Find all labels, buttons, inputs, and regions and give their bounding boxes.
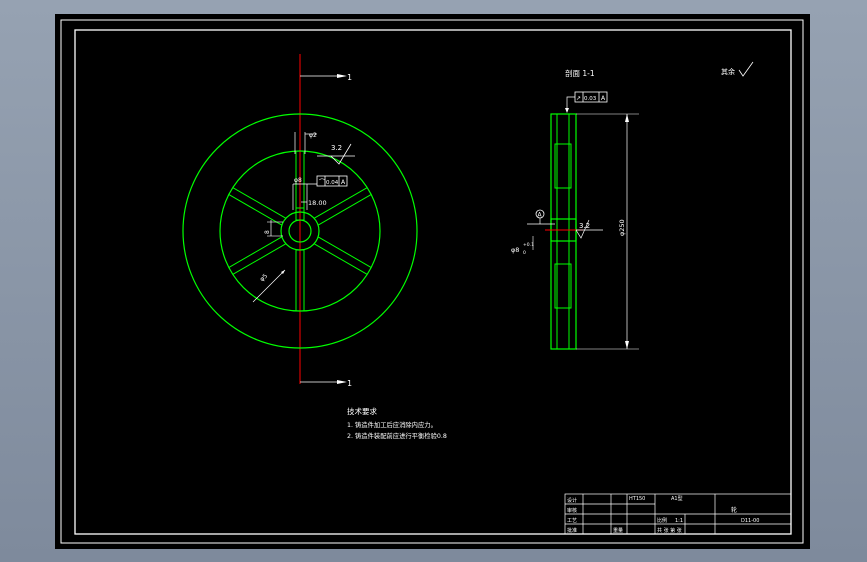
dim-phi8: φ8 bbox=[294, 177, 302, 184]
svg-text:0.04: 0.04 bbox=[326, 180, 339, 186]
dim-roughness-3-2: 3.2 bbox=[331, 144, 342, 152]
svg-text:+0.1: +0.1 bbox=[523, 242, 534, 248]
spoke-edge bbox=[232, 187, 286, 219]
section-mark-top: 1 bbox=[347, 73, 352, 82]
cad-viewport[interactable]: 1 1 φ2 3.2 φ8 ⌒ 0.04 A 18.00 8 φ5 剖面 1-1… bbox=[55, 14, 810, 549]
svg-text:0: 0 bbox=[523, 250, 526, 256]
material: HT150 bbox=[629, 496, 645, 502]
tech-requirements: 技术要求 1. 铸造件加工后应消除内应力。 2. 铸造件装配前应进行平衡检验0.… bbox=[347, 406, 447, 440]
dim-phi250: φ250 bbox=[618, 219, 626, 236]
part-name: 轮 bbox=[731, 506, 737, 514]
svg-text:⌒: ⌒ bbox=[319, 179, 325, 186]
spoke-edge bbox=[232, 243, 286, 275]
svg-text:批准: 批准 bbox=[567, 527, 577, 534]
svg-text:工艺: 工艺 bbox=[567, 518, 577, 524]
section-mark-bottom: 1 bbox=[347, 379, 352, 388]
title-block-text: 设计 审核 工艺 批准 HT150 A1型 比例 1:1 轮 D11-00 共 … bbox=[567, 495, 759, 534]
inner-border bbox=[74, 29, 792, 535]
section-view: 剖面 1-1 ↗ 0.03 A A φ8 +0.1 0 3.2 φ250 bbox=[511, 68, 639, 350]
svg-text:设计: 设计 bbox=[567, 497, 577, 504]
dim-section-3-2: 3.2 bbox=[579, 222, 590, 230]
weight-label: 重量 bbox=[613, 527, 623, 534]
svg-text:0.03: 0.03 bbox=[584, 96, 597, 102]
section-title: 剖面 1-1 bbox=[565, 68, 595, 78]
roughness-note: 其余 bbox=[721, 61, 754, 77]
drawing-no: D11-00 bbox=[741, 518, 759, 524]
svg-text:A: A bbox=[601, 95, 606, 102]
front-view: 1 1 φ2 3.2 φ8 ⌒ 0.04 A 18.00 8 φ5 bbox=[182, 54, 418, 388]
spoke-edge bbox=[318, 236, 372, 268]
code: A1型 bbox=[671, 495, 683, 502]
spoke-edge bbox=[228, 236, 282, 268]
scale-label: 比例 bbox=[657, 517, 667, 524]
scale-value: 1:1 bbox=[675, 518, 683, 524]
dim-8: 8 bbox=[264, 230, 271, 234]
dim-18: 18.00 bbox=[308, 199, 327, 207]
sheet-label: 共 张 第 张 bbox=[657, 527, 682, 534]
dim-bore-phi8: φ8 bbox=[511, 246, 519, 254]
tech-requirement-1: 1. 铸造件加工后应消除内应力。 bbox=[347, 420, 437, 429]
svg-text:↗: ↗ bbox=[576, 95, 581, 102]
svg-text:审核: 审核 bbox=[567, 507, 577, 514]
dim-phi5: φ5 bbox=[259, 272, 270, 283]
tech-requirement-2: 2. 铸造件装配前应进行平衡检验0.8 bbox=[347, 431, 447, 440]
tech-requirements-title: 技术要求 bbox=[347, 406, 377, 416]
spoke-edge bbox=[314, 243, 368, 275]
svg-text:其余: 其余 bbox=[721, 67, 735, 76]
svg-text:A: A bbox=[341, 179, 346, 186]
dim-phi2: φ2 bbox=[309, 132, 317, 139]
outer-frame bbox=[60, 19, 804, 544]
spoke-edge bbox=[228, 194, 282, 226]
cad-drawing: 1 1 φ2 3.2 φ8 ⌒ 0.04 A 18.00 8 φ5 剖面 1-1… bbox=[60, 19, 804, 544]
